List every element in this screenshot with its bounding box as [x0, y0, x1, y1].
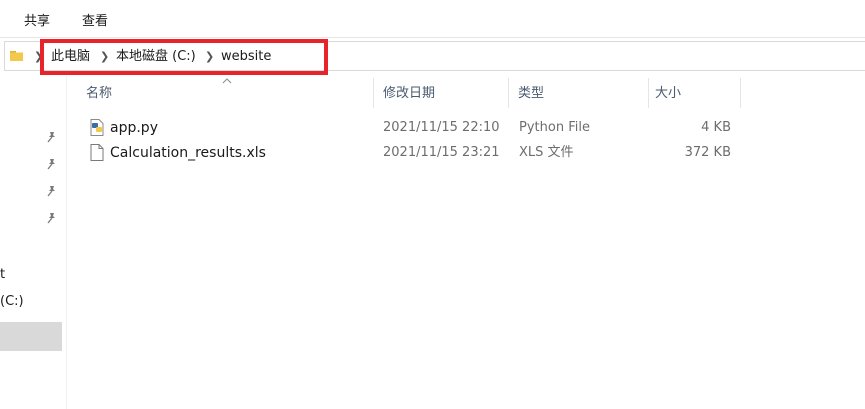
breadcrumb-website[interactable]: website [221, 48, 271, 66]
pin-icon[interactable] [46, 158, 58, 170]
python-file-icon [90, 119, 104, 136]
file-name: Calculation_results.xls [110, 145, 266, 161]
column-divider[interactable] [373, 78, 374, 108]
folder-icon [10, 51, 23, 61]
breadcrumb-this-pc[interactable]: 此电脑 [51, 48, 90, 66]
column-header-modified[interactable]: 修改日期 [383, 86, 435, 102]
document-file-icon [90, 144, 104, 161]
ribbon-bar: 共享 查看 [0, 0, 865, 34]
sort-ascending-icon [222, 78, 232, 84]
file-type: Python File [519, 120, 590, 135]
file-row[interactable]: Calculation_results.xls 2021/11/15 23:21… [84, 141, 764, 165]
file-modified-date: 2021/11/15 22:10 [383, 120, 500, 135]
tab-share[interactable]: 共享 [24, 13, 50, 31]
pin-icon[interactable] [46, 131, 58, 143]
nav-item-partial[interactable]: t [0, 267, 5, 283]
tab-view[interactable]: 查看 [82, 13, 108, 31]
column-header-name[interactable]: 名称 [86, 86, 112, 102]
file-size: 4 KB [701, 120, 731, 135]
file-row[interactable]: app.py 2021/11/15 22:10 Python File 4 KB [84, 116, 764, 140]
column-header-type[interactable]: 类型 [518, 86, 544, 102]
chevron-right-icon[interactable]: ❯ [100, 50, 109, 64]
file-type: XLS 文件 [519, 145, 574, 160]
nav-item-selected[interactable] [0, 322, 62, 351]
chevron-right-icon[interactable]: ❯ [34, 50, 43, 64]
nav-item-local-disk[interactable]: (C:) [0, 294, 24, 310]
nav-pane-divider[interactable] [66, 76, 67, 409]
file-modified-date: 2021/11/15 23:21 [383, 145, 500, 160]
column-divider[interactable] [508, 78, 509, 108]
navigation-pane [0, 76, 66, 409]
pin-icon[interactable] [46, 212, 58, 224]
file-size: 372 KB [684, 145, 731, 160]
column-divider[interactable] [740, 78, 741, 108]
column-header-size[interactable]: 大小 [655, 86, 681, 102]
address-bar-row: ❯ 此电脑 ❯ 本地磁盘 (C:) ❯ website [0, 38, 865, 76]
pin-icon[interactable] [46, 185, 58, 197]
chevron-right-icon[interactable]: ❯ [205, 50, 214, 64]
breadcrumb-local-disk[interactable]: 本地磁盘 (C:) [116, 48, 196, 66]
file-name: app.py [110, 120, 158, 136]
column-divider[interactable] [648, 78, 649, 108]
